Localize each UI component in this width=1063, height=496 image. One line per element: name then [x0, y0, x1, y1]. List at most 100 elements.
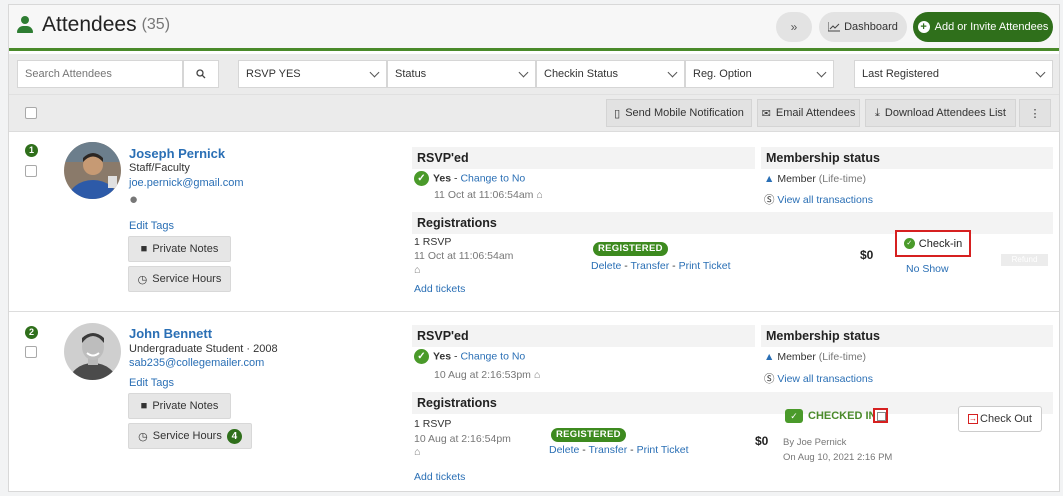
- download-icon: ⤓: [875, 106, 880, 119]
- row-select-checkbox[interactable]: [25, 165, 37, 177]
- sign-out-icon: →: [968, 414, 979, 424]
- attendee-email-link[interactable]: joe.pernick@gmail.com: [129, 177, 244, 189]
- download-list-button[interactable]: ⤓ Download Attendees List: [865, 99, 1016, 127]
- membership-section-header: Membership status: [761, 147, 1053, 169]
- view-transactions-link[interactable]: View all transactions: [777, 194, 873, 206]
- membership-status: ▲ Member (Life-time): [764, 351, 866, 363]
- delete-link[interactable]: Delete: [591, 260, 621, 272]
- collapse-button[interactable]: »: [776, 12, 812, 42]
- rsvp-time: 11 Oct at 11:06:54am: [434, 189, 534, 201]
- dashboard-button[interactable]: Dashboard: [819, 12, 907, 42]
- membership-term: (Life-time): [818, 351, 867, 363]
- chevron-down-icon: [816, 67, 827, 78]
- person-icon: ▲: [764, 173, 775, 185]
- rsvp-answer: ✓ Yes - Change to No: [414, 349, 525, 364]
- print-ticket-link[interactable]: Print Ticket: [637, 444, 689, 456]
- sort-value: Last Registered: [862, 68, 940, 80]
- checked-in-label: CHECKED IN: [808, 410, 877, 422]
- sort-select[interactable]: Last Registered: [854, 60, 1053, 88]
- mobile-phone-icon: ▯: [614, 107, 621, 120]
- reg-option-filter-value: Reg. Option: [693, 68, 752, 80]
- refund-button[interactable]: Refund: [1001, 254, 1048, 266]
- attendee-role: Staff/Faculty: [129, 162, 190, 174]
- download-list-label: Download Attendees List: [884, 107, 1006, 119]
- page-title: Attendees: [42, 13, 137, 36]
- view-transactions-link[interactable]: View all transactions: [777, 373, 873, 385]
- attendee-name-link[interactable]: Joseph Pernick: [129, 146, 225, 161]
- service-hours-button[interactable]: ◷ Service Hours: [128, 266, 231, 292]
- check-circle-icon: ✓: [414, 171, 429, 186]
- avatar[interactable]: [64, 323, 121, 380]
- rsvp-timestamp: 11 Oct at 11:06:54am ⌂: [434, 189, 543, 201]
- kebab-menu-icon: ⋮: [1029, 107, 1041, 120]
- reg-option-filter-select[interactable]: Reg. Option: [685, 60, 834, 88]
- member-label: Member: [777, 351, 816, 363]
- row-select-checkbox[interactable]: [25, 346, 37, 358]
- dollar-circle-icon: Ⓢ: [764, 373, 775, 385]
- chevron-down-icon: [369, 67, 380, 78]
- search-input[interactable]: [17, 60, 183, 88]
- no-show-link[interactable]: No Show: [906, 263, 949, 275]
- checkin-filter-value: Checkin Status: [544, 68, 618, 80]
- email-attendees-label: Email Attendees: [775, 107, 856, 119]
- row-number-badge: 2: [25, 326, 38, 339]
- service-hours-count: 4: [226, 428, 242, 444]
- delete-link[interactable]: Delete: [549, 444, 579, 456]
- search-icon: [196, 69, 206, 79]
- registered-badge: REGISTERED: [593, 242, 668, 256]
- email-attendees-button[interactable]: ✉ Email Attendees: [757, 99, 860, 127]
- member-label: Member: [777, 173, 816, 185]
- attendee-count: (35): [141, 16, 171, 33]
- check-in-button[interactable]: ✓ Check-in: [895, 230, 971, 257]
- chevron-down-icon: [667, 67, 678, 78]
- add-invite-button[interactable]: + Add or Invite Attendees: [913, 12, 1053, 42]
- chevron-down-icon: [518, 67, 529, 78]
- service-hours-button[interactable]: ◷ Service Hours 4: [128, 423, 252, 449]
- membership-term: (Life-time): [818, 173, 867, 185]
- rsvp-section-header: RSVP'ed: [412, 147, 755, 169]
- select-all-checkbox[interactable]: [25, 107, 37, 119]
- clock-icon: ◷: [138, 430, 148, 443]
- checkin-filter-select[interactable]: Checkin Status: [536, 60, 685, 88]
- more-options-button[interactable]: ⋮: [1019, 99, 1051, 127]
- checked-in-status: ✓ CHECKED IN: [785, 409, 876, 423]
- check-out-button[interactable]: → Check Out: [958, 406, 1042, 432]
- registration-actions: Delete - Transfer - Print Ticket: [591, 260, 731, 272]
- registered-badge: REGISTERED: [551, 428, 626, 442]
- rsvp-filter-select[interactable]: RSVP YES: [238, 60, 387, 88]
- change-to-no-link[interactable]: Change to No: [460, 350, 525, 362]
- private-notes-button[interactable]: ■ Private Notes: [128, 236, 231, 262]
- edit-tags-link[interactable]: Edit Tags: [129, 377, 174, 389]
- mobile-rsvp-icon: ⌂: [533, 369, 541, 381]
- transfer-link[interactable]: Transfer: [631, 260, 670, 272]
- status-filter-select[interactable]: Status: [387, 60, 536, 88]
- mobile-registration-icon: ⌂: [414, 264, 421, 276]
- attendee-email-link[interactable]: sab235@collegemailer.com: [129, 357, 264, 369]
- change-to-no-link[interactable]: Change to No: [460, 172, 525, 184]
- search-button[interactable]: [183, 60, 219, 88]
- undo-check-in-icon[interactable]: [873, 408, 888, 423]
- attendee-name-link[interactable]: John Bennett: [129, 326, 212, 341]
- rsvp-answer: ✓ Yes - Change to No: [414, 171, 525, 186]
- registration-price: $0: [755, 434, 769, 448]
- add-tickets-link[interactable]: Add tickets: [414, 471, 465, 483]
- transfer-link[interactable]: Transfer: [589, 444, 628, 456]
- attendees-panel: Attendees (35) » Dashboard + Add or Invi…: [8, 4, 1060, 492]
- page-header: Attendees (35) » Dashboard + Add or Invi…: [9, 5, 1059, 51]
- dollar-circle-icon: Ⓢ: [764, 194, 775, 206]
- chevron-down-icon: [1035, 67, 1046, 78]
- edit-tags-link[interactable]: Edit Tags: [129, 220, 174, 232]
- separator: -: [454, 172, 458, 185]
- print-ticket-link[interactable]: Print Ticket: [679, 260, 731, 272]
- avatar[interactable]: [64, 142, 121, 199]
- add-tickets-link[interactable]: Add tickets: [414, 283, 465, 295]
- dashboard-label: Dashboard: [844, 21, 898, 33]
- view-transactions-group: Ⓢ View all transactions: [764, 192, 873, 207]
- clock-icon: ◷: [137, 273, 148, 286]
- send-notification-button[interactable]: ▯ Send Mobile Notification: [606, 99, 752, 127]
- check-circle-icon: ✓: [414, 349, 429, 364]
- add-invite-label: Add or Invite Attendees: [934, 21, 1049, 33]
- registration-price: $0: [860, 248, 874, 262]
- service-hours-label: Service Hours: [152, 273, 222, 285]
- private-notes-button[interactable]: ■ Private Notes: [128, 393, 231, 419]
